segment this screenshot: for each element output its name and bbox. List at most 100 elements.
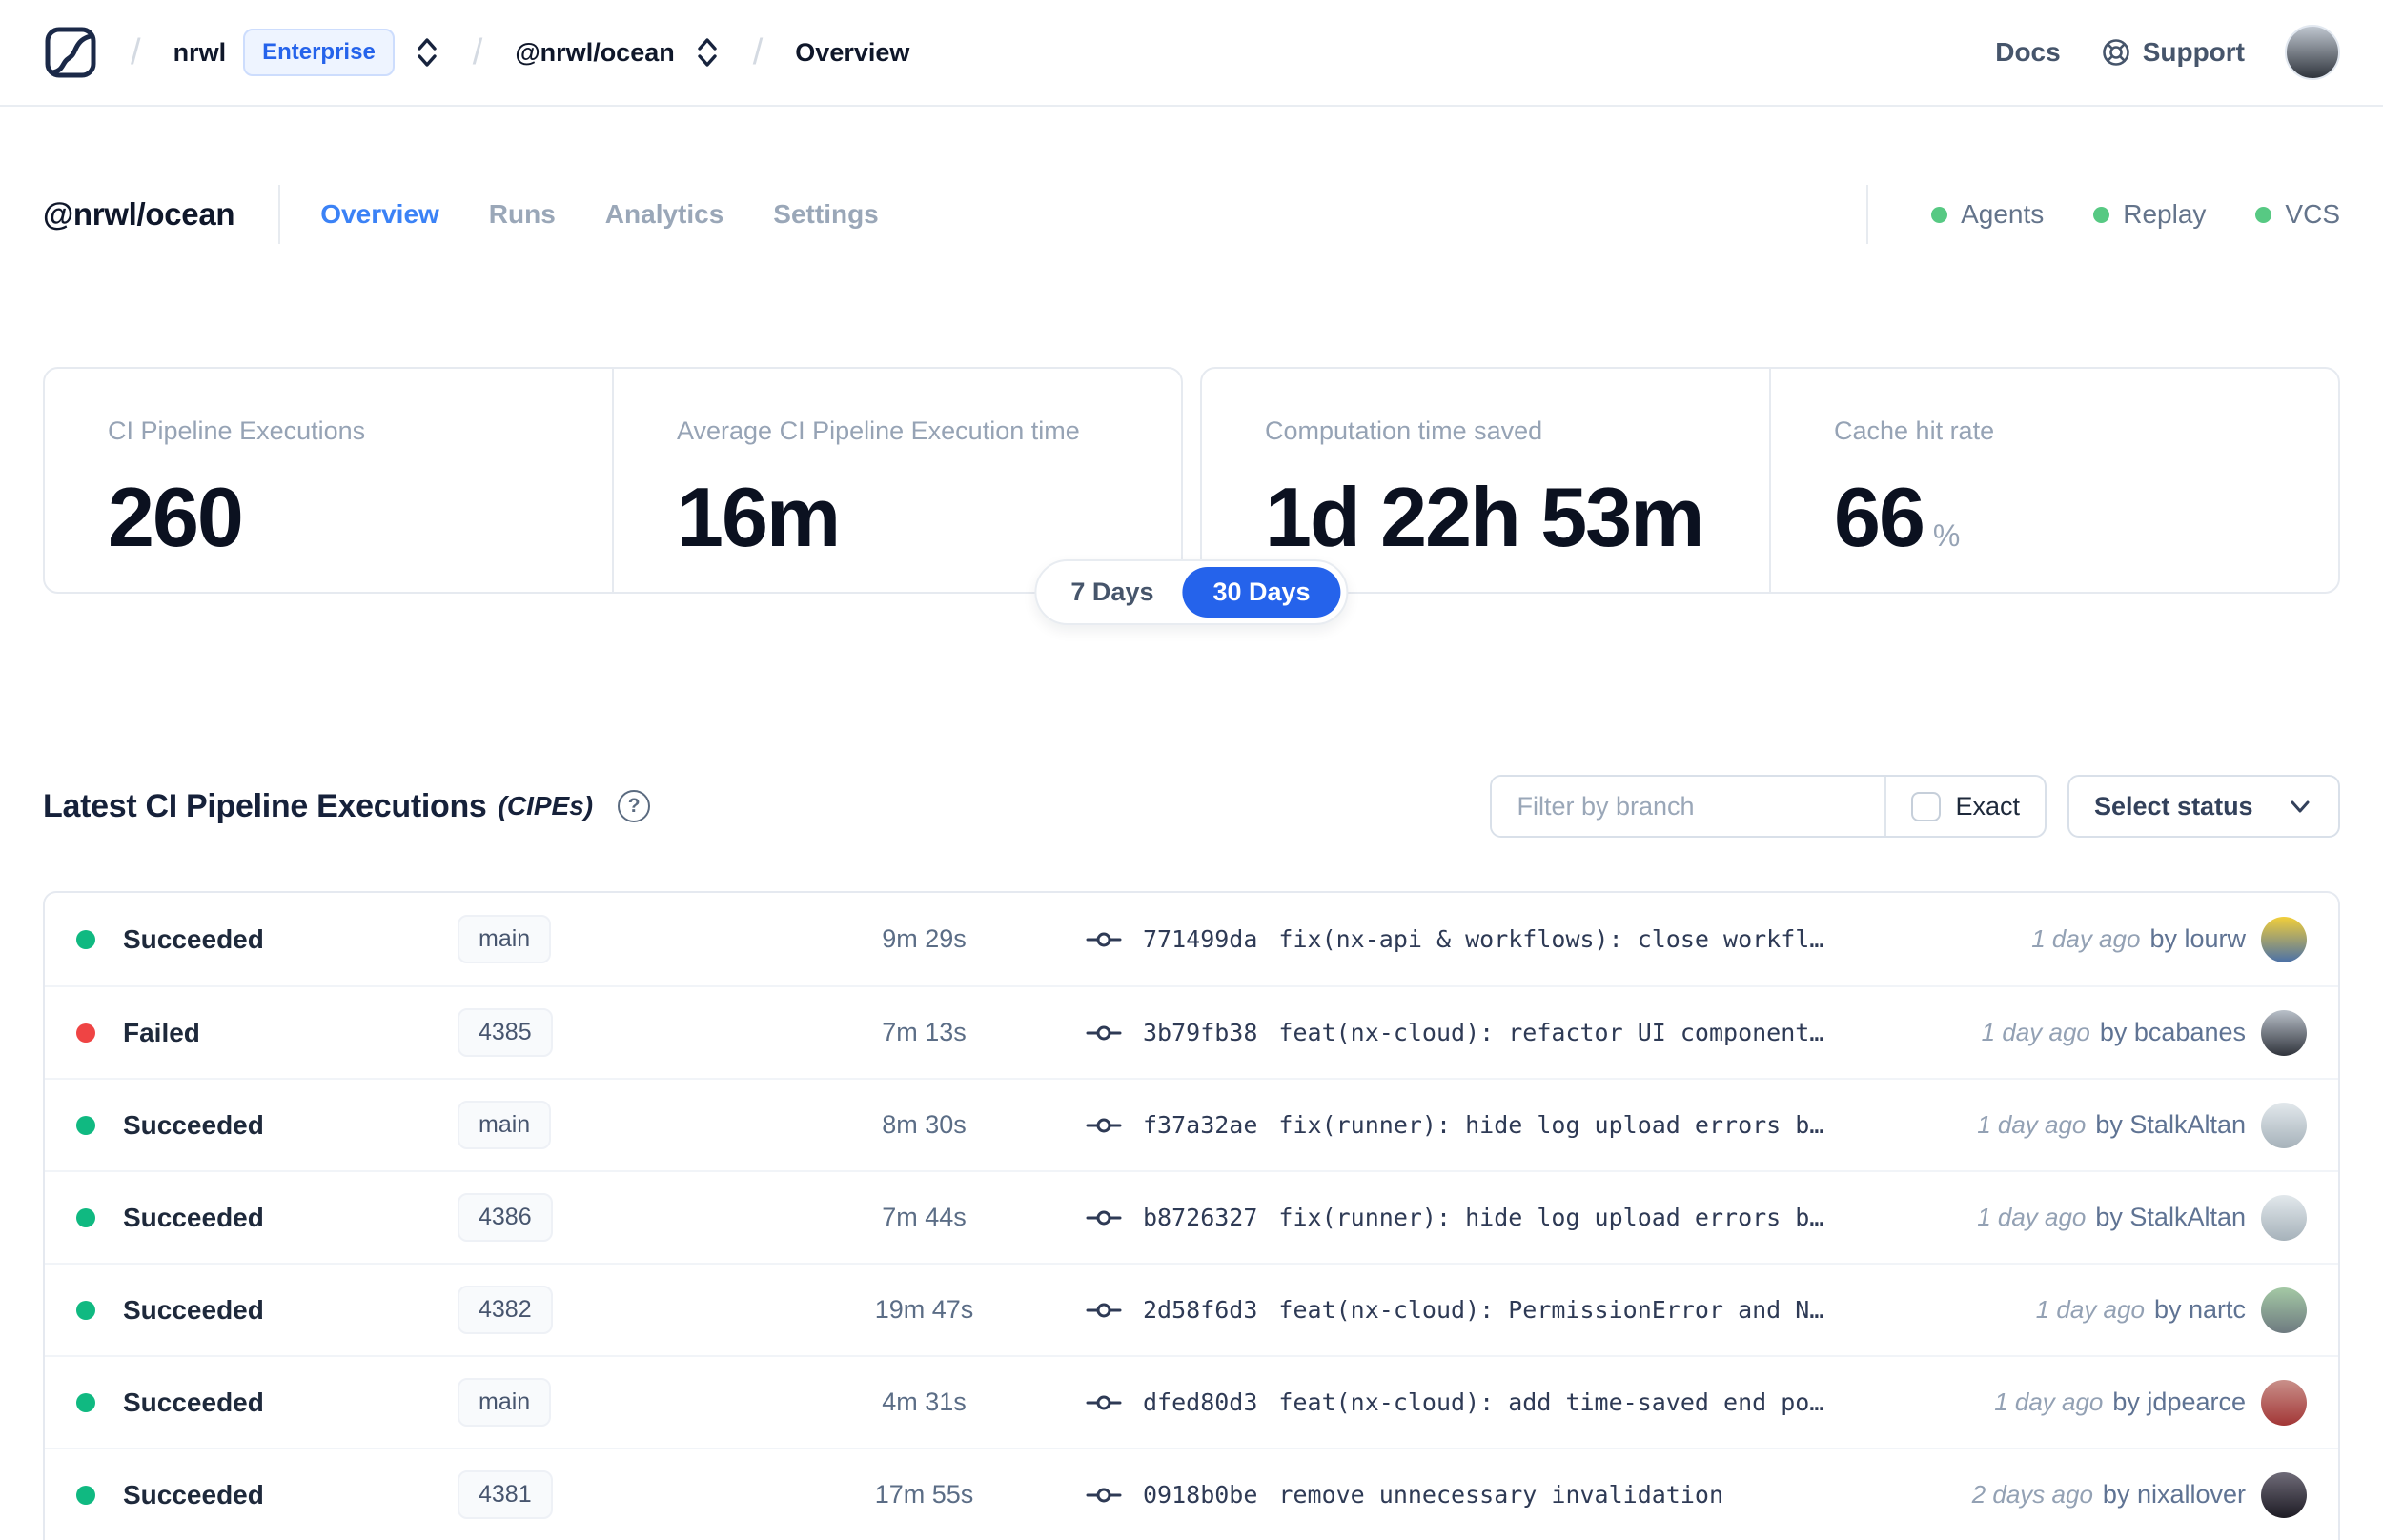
author-avatar[interactable] bbox=[2261, 1287, 2307, 1333]
tab-settings[interactable]: Settings bbox=[773, 199, 878, 230]
author-avatar[interactable] bbox=[2261, 1194, 2307, 1241]
status-dot-icon bbox=[2255, 206, 2272, 223]
timestamp: 1 day ago bbox=[1981, 1018, 2090, 1046]
support-link[interactable]: Support bbox=[2101, 37, 2245, 68]
commit-cell: dfed80d3 feat(nx-cloud): add time-saved … bbox=[1086, 1388, 1994, 1416]
commit-hash: b8726327 bbox=[1143, 1204, 1258, 1231]
table-row[interactable]: Succeeded 4386 7m 44s b8726327 fix(runne… bbox=[45, 1170, 2338, 1263]
author-avatar[interactable] bbox=[2261, 1471, 2307, 1518]
cipes-title: Latest CI Pipeline Executions bbox=[43, 787, 487, 824]
table-row[interactable]: Failed 4385 7m 13s 3b79fb38 feat(nx-clou… bbox=[45, 985, 2338, 1078]
branch-filter-input[interactable] bbox=[1492, 777, 1885, 836]
exact-checkbox[interactable] bbox=[1911, 791, 1942, 821]
workspace-title: @nrwl/ocean bbox=[43, 196, 235, 232]
row-meta: 1 day ago by StalkAltan bbox=[1977, 1102, 2307, 1148]
branch-cell: main bbox=[458, 1101, 822, 1149]
status-dot-icon bbox=[2093, 206, 2110, 223]
commit-message: fix(runner): hide log upload errors b… bbox=[1278, 1204, 1824, 1231]
timestamp: 1 day ago bbox=[2031, 924, 2141, 953]
timestamp: 2 days ago bbox=[1971, 1480, 2093, 1509]
git-commit-icon bbox=[1086, 1021, 1122, 1045]
commit-hash: f37a32ae bbox=[1143, 1111, 1258, 1139]
breadcrumb-separator: / bbox=[752, 31, 764, 72]
help-icon[interactable]: ? bbox=[618, 790, 651, 822]
breadcrumb: / nrwl Enterprise / @nrwl/ocean / Overvi… bbox=[43, 25, 909, 80]
author-avatar[interactable] bbox=[2261, 1009, 2307, 1056]
range-option-30-days[interactable]: 30 Days bbox=[1182, 567, 1341, 618]
table-row[interactable]: Succeeded 4381 17m 55s 0918b0be remove u… bbox=[45, 1448, 2338, 1540]
exact-match-segment: Exact bbox=[1884, 777, 2045, 836]
branch-badge: 4381 bbox=[458, 1470, 553, 1519]
commit-message: feat(nx-cloud): add time-saved end po… bbox=[1278, 1388, 1824, 1416]
integration-label: Agents bbox=[1961, 199, 2045, 229]
row-meta: 1 day ago by jdpearce bbox=[1994, 1379, 2307, 1426]
table-row[interactable]: Succeeded main 9m 29s 771499da fix(nx-ap… bbox=[45, 893, 2338, 985]
breadcrumb-org[interactable]: nrwl bbox=[173, 38, 227, 68]
branch-cell: 4381 bbox=[458, 1470, 822, 1519]
user-avatar[interactable] bbox=[2285, 25, 2340, 80]
status-label: Succeeded bbox=[123, 1202, 264, 1232]
breadcrumb-page: Overview bbox=[795, 37, 910, 67]
author-avatar[interactable] bbox=[2261, 1379, 2307, 1426]
integration-label: Replay bbox=[2123, 199, 2207, 229]
nx-cloud-logo-icon[interactable] bbox=[43, 25, 98, 80]
commit-hash: 771499da bbox=[1143, 925, 1258, 953]
tab-overview[interactable]: Overview bbox=[320, 199, 439, 230]
commit-cell: 0918b0be remove unnecessary invalidation bbox=[1086, 1481, 1972, 1509]
branch-cell: main bbox=[458, 1378, 822, 1427]
author-avatar[interactable] bbox=[2261, 1102, 2307, 1148]
stat-value: 66% bbox=[1834, 470, 1961, 564]
branch-badge: 4385 bbox=[458, 1008, 553, 1057]
lifebuoy-icon bbox=[2101, 37, 2131, 68]
branch-cell: main bbox=[458, 915, 822, 963]
integration-agents[interactable]: Agents bbox=[1931, 199, 2044, 230]
commit-cell: f37a32ae fix(runner): hide log upload er… bbox=[1086, 1111, 1977, 1139]
range-option-7-days[interactable]: 7 Days bbox=[1042, 567, 1182, 618]
table-row[interactable]: Succeeded 4382 19m 47s 2d58f6d3 feat(nx-… bbox=[45, 1263, 2338, 1355]
breadcrumb-separator: / bbox=[131, 31, 141, 72]
author-avatar[interactable] bbox=[2261, 916, 2307, 962]
author: by StalkAltan bbox=[2095, 1203, 2246, 1231]
timestamp: 1 day ago bbox=[1994, 1388, 2104, 1416]
tab-analytics[interactable]: Analytics bbox=[605, 199, 724, 230]
stat-label: Computation time saved bbox=[1265, 416, 1543, 445]
status-dot-icon bbox=[1931, 206, 1948, 223]
top-bar: / nrwl Enterprise / @nrwl/ocean / Overvi… bbox=[0, 0, 2383, 107]
integration-vcs[interactable]: VCS bbox=[2255, 199, 2340, 230]
commit-message: fix(runner): hide log upload errors b… bbox=[1278, 1111, 1824, 1139]
stat-value: 260 bbox=[108, 470, 244, 564]
tab-runs[interactable]: Runs bbox=[489, 199, 556, 230]
branch-filter-group: Exact bbox=[1490, 775, 2047, 838]
workspace-switcher-chevron-icon[interactable] bbox=[694, 33, 721, 71]
status-label: Failed bbox=[123, 1017, 200, 1047]
integration-status-list: Agents Replay VCS bbox=[1931, 199, 2340, 230]
commit-cell: 771499da fix(nx-api & workflows): close … bbox=[1086, 925, 2031, 953]
chevron-down-icon bbox=[2287, 793, 2313, 820]
status-dot-icon bbox=[76, 1392, 95, 1412]
status-dot-icon bbox=[76, 929, 95, 949]
breadcrumb-workspace[interactable]: @nrwl/ocean bbox=[515, 38, 674, 68]
enterprise-badge[interactable]: Enterprise bbox=[243, 29, 395, 76]
status-select[interactable]: Select status bbox=[2067, 775, 2340, 838]
git-commit-icon bbox=[1086, 1298, 1122, 1323]
timestamp: 1 day ago bbox=[1977, 1110, 2087, 1139]
docs-link[interactable]: Docs bbox=[1995, 37, 2060, 68]
exact-label[interactable]: Exact bbox=[1955, 792, 2020, 821]
row-meta: 1 day ago by lourw bbox=[2031, 916, 2307, 962]
branch-badge: 4382 bbox=[458, 1286, 553, 1334]
author: by lourw bbox=[2149, 924, 2246, 953]
author: by jdpearce bbox=[2112, 1388, 2246, 1416]
author: by StalkAltan bbox=[2095, 1110, 2246, 1139]
timestamp: 1 day ago bbox=[1977, 1203, 2087, 1231]
duration-label: 7m 13s bbox=[882, 1018, 967, 1046]
table-row[interactable]: Succeeded main 4m 31s dfed80d3 feat(nx-c… bbox=[45, 1355, 2338, 1448]
status-dot-icon bbox=[76, 1023, 95, 1043]
row-meta: 1 day ago by bcabanes bbox=[1981, 1009, 2307, 1056]
org-switcher-chevron-icon[interactable] bbox=[414, 33, 440, 71]
status-label: Succeeded bbox=[123, 1109, 264, 1140]
stat-label: Cache hit rate bbox=[1834, 416, 1995, 445]
row-meta: 1 day ago by nartc bbox=[2036, 1287, 2307, 1333]
stat-label: CI Pipeline Executions bbox=[108, 416, 366, 445]
integration-replay[interactable]: Replay bbox=[2093, 199, 2206, 230]
table-row[interactable]: Succeeded main 8m 30s f37a32ae fix(runne… bbox=[45, 1078, 2338, 1170]
